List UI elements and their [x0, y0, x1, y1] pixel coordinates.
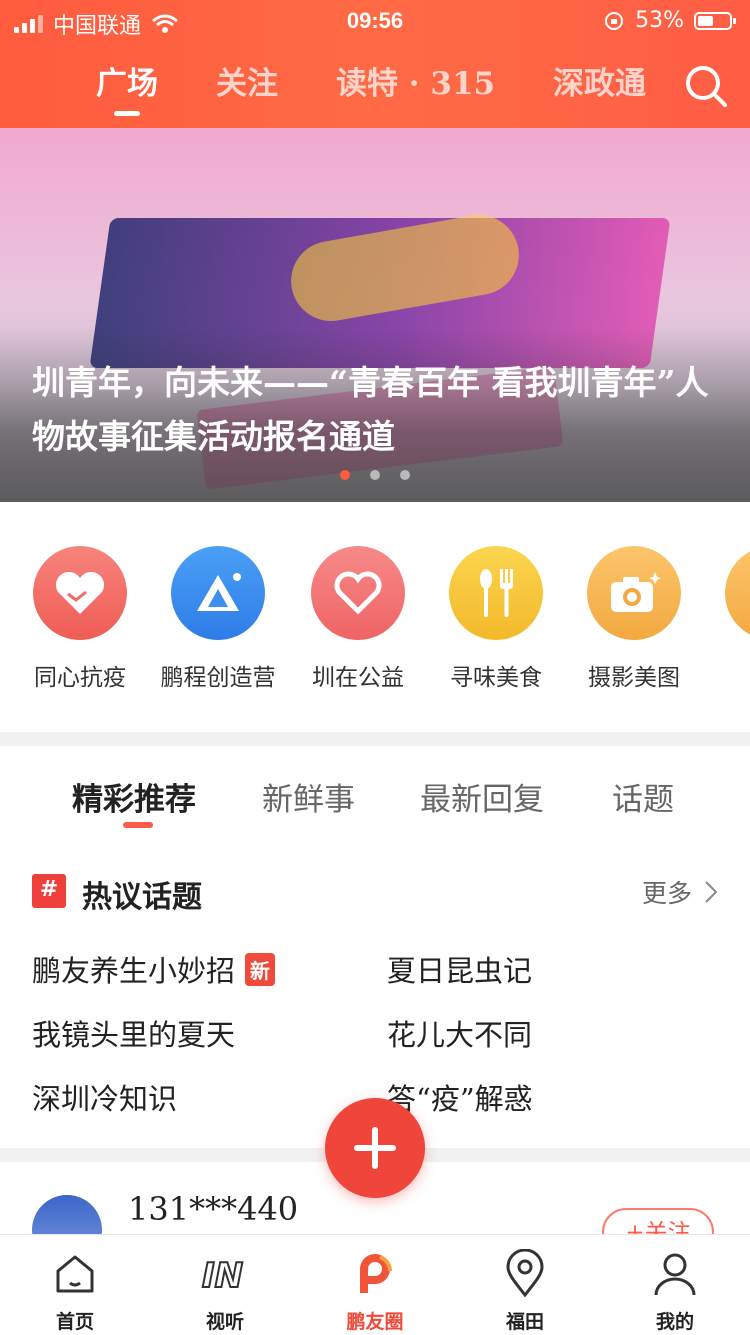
topic-item[interactable]: 鹏友养生小妙招 新 [32, 948, 276, 990]
rotation-lock-icon [605, 11, 624, 30]
channel-xunwei-meishi[interactable]: 寻味美食 [426, 546, 566, 692]
topic-label: 花儿大不同 [387, 1018, 533, 1052]
tab-guanzhu[interactable]: 关注 [216, 58, 278, 103]
nav-futian[interactable]: 福田 [450, 1235, 600, 1335]
channel-label: 圳在公益 [312, 665, 404, 691]
channel-label: 同心抗疫 [34, 665, 126, 691]
topic-item[interactable]: 深圳冷知识 [32, 1076, 177, 1118]
status-bar: 中国联通 09:56 53% [0, 0, 750, 44]
nav-pengyouquan[interactable]: 鹏友圈 [300, 1235, 450, 1335]
header: 中国联通 09:56 53% 广场 关注 读特 · 315 深政通 [0, 0, 750, 128]
plus-icon [354, 1127, 396, 1169]
fork-spoon-icon [449, 546, 543, 640]
active-feed-tab-indicator [123, 822, 153, 828]
topic-label: 鹏友养生小妙招 [32, 954, 236, 988]
nav-home[interactable]: 首页 [0, 1235, 150, 1335]
search-icon[interactable] [682, 62, 730, 110]
channel-label: 萌 [702, 658, 750, 692]
topic-label: 深圳冷知识 [32, 1082, 178, 1116]
banner-carousel[interactable]: 圳青年，向未来——“青春百年 看我圳青年”人物故事征集活动报名通道 [0, 128, 750, 502]
tab-xinxianshi[interactable]: 新鲜事 [262, 774, 355, 819]
nav-shiting[interactable]: IN 视听 [150, 1235, 300, 1335]
tab-duteshu-315[interactable]: 读特 · 315 [336, 58, 495, 103]
pengyou-icon [360, 1254, 392, 1293]
tab-guangchang[interactable]: 广场 [96, 58, 158, 103]
nav-label: 鹏友圈 [346, 1311, 404, 1333]
triangle-logo-icon [171, 546, 265, 640]
nav-label: 我的 [655, 1311, 694, 1333]
heart-handshake-icon [33, 546, 127, 640]
battery-icon [694, 11, 736, 30]
carousel-dot [370, 470, 380, 480]
topic-item[interactable]: 花儿大不同 [387, 1012, 532, 1054]
location-icon [506, 1249, 544, 1298]
hot-topics-title: 热议话题 [82, 880, 202, 915]
nav-label: 福田 [505, 1311, 544, 1333]
banner-caption[interactable]: 圳青年，向未来——“青春百年 看我圳青年”人物故事征集活动报名通道 [32, 356, 712, 464]
feed-tabs: 精彩推荐 新鲜事 最新回复 话题 [0, 746, 750, 846]
channel-zhenzai-gongyi[interactable]: 圳在公益 [288, 546, 428, 692]
chevron-right-icon [705, 881, 718, 903]
nav-label: 视听 [205, 1311, 244, 1333]
tab-jingcai-tuijian[interactable]: 精彩推荐 [72, 774, 196, 819]
channel-label: 摄影美图 [588, 665, 680, 691]
battery-percent: 53% [635, 8, 684, 33]
top-tabs: 广场 关注 读特 · 315 深政通 [0, 58, 680, 118]
user-icon [654, 1253, 696, 1296]
tab-huati[interactable]: 话题 [612, 774, 674, 819]
carousel-dots [340, 470, 410, 480]
active-tab-indicator [114, 111, 140, 116]
hashtag-icon: # [32, 874, 66, 908]
home-icon [56, 1255, 94, 1293]
channel-label: 鹏程创造营 [160, 665, 276, 691]
tab-shenzhengtong[interactable]: 深政通 [553, 58, 646, 103]
topic-label: 夏日昆虫记 [387, 954, 533, 988]
tab-zuixin-huifu[interactable]: 最新回复 [420, 774, 544, 819]
channel-tongxin-kangyi[interactable]: 同心抗疫 [10, 546, 150, 692]
new-badge: 新 [245, 952, 276, 986]
more-link[interactable]: 更多 [642, 874, 718, 910]
nav-wode[interactable]: 我的 [600, 1235, 750, 1335]
bottom-nav: 首页 IN 视听 鹏友圈 福田 我的 [0, 1234, 750, 1335]
carousel-dot [340, 470, 350, 480]
channel-pengcheng[interactable]: 鹏程创造营 [148, 546, 288, 692]
partial-icon [725, 546, 750, 640]
channel-label: 寻味美食 [450, 665, 542, 691]
create-post-button[interactable] [325, 1098, 425, 1198]
more-label: 更多 [641, 879, 692, 908]
in-icon: IN [201, 1255, 244, 1297]
topic-item[interactable]: 夏日昆虫记 [387, 948, 532, 990]
svg-text:IN: IN [202, 1256, 243, 1296]
nav-label: 首页 [55, 1311, 94, 1333]
channel-partial[interactable]: 萌 [702, 546, 750, 692]
carousel-dot [400, 470, 410, 480]
heart-icon [311, 546, 405, 640]
topic-item[interactable]: 我镜头里的夏天 [32, 1012, 235, 1054]
channel-sheying-meitu[interactable]: 摄影美图 [564, 546, 704, 692]
post-username[interactable]: 131***440 [128, 1190, 298, 1228]
channel-grid: 同心抗疫 鹏程创造营 圳在公益 寻味美食 摄影美图 萌 [0, 502, 750, 732]
camera-icon [587, 546, 681, 640]
topic-label: 我镜头里的夏天 [32, 1018, 236, 1052]
section-divider [0, 732, 750, 746]
